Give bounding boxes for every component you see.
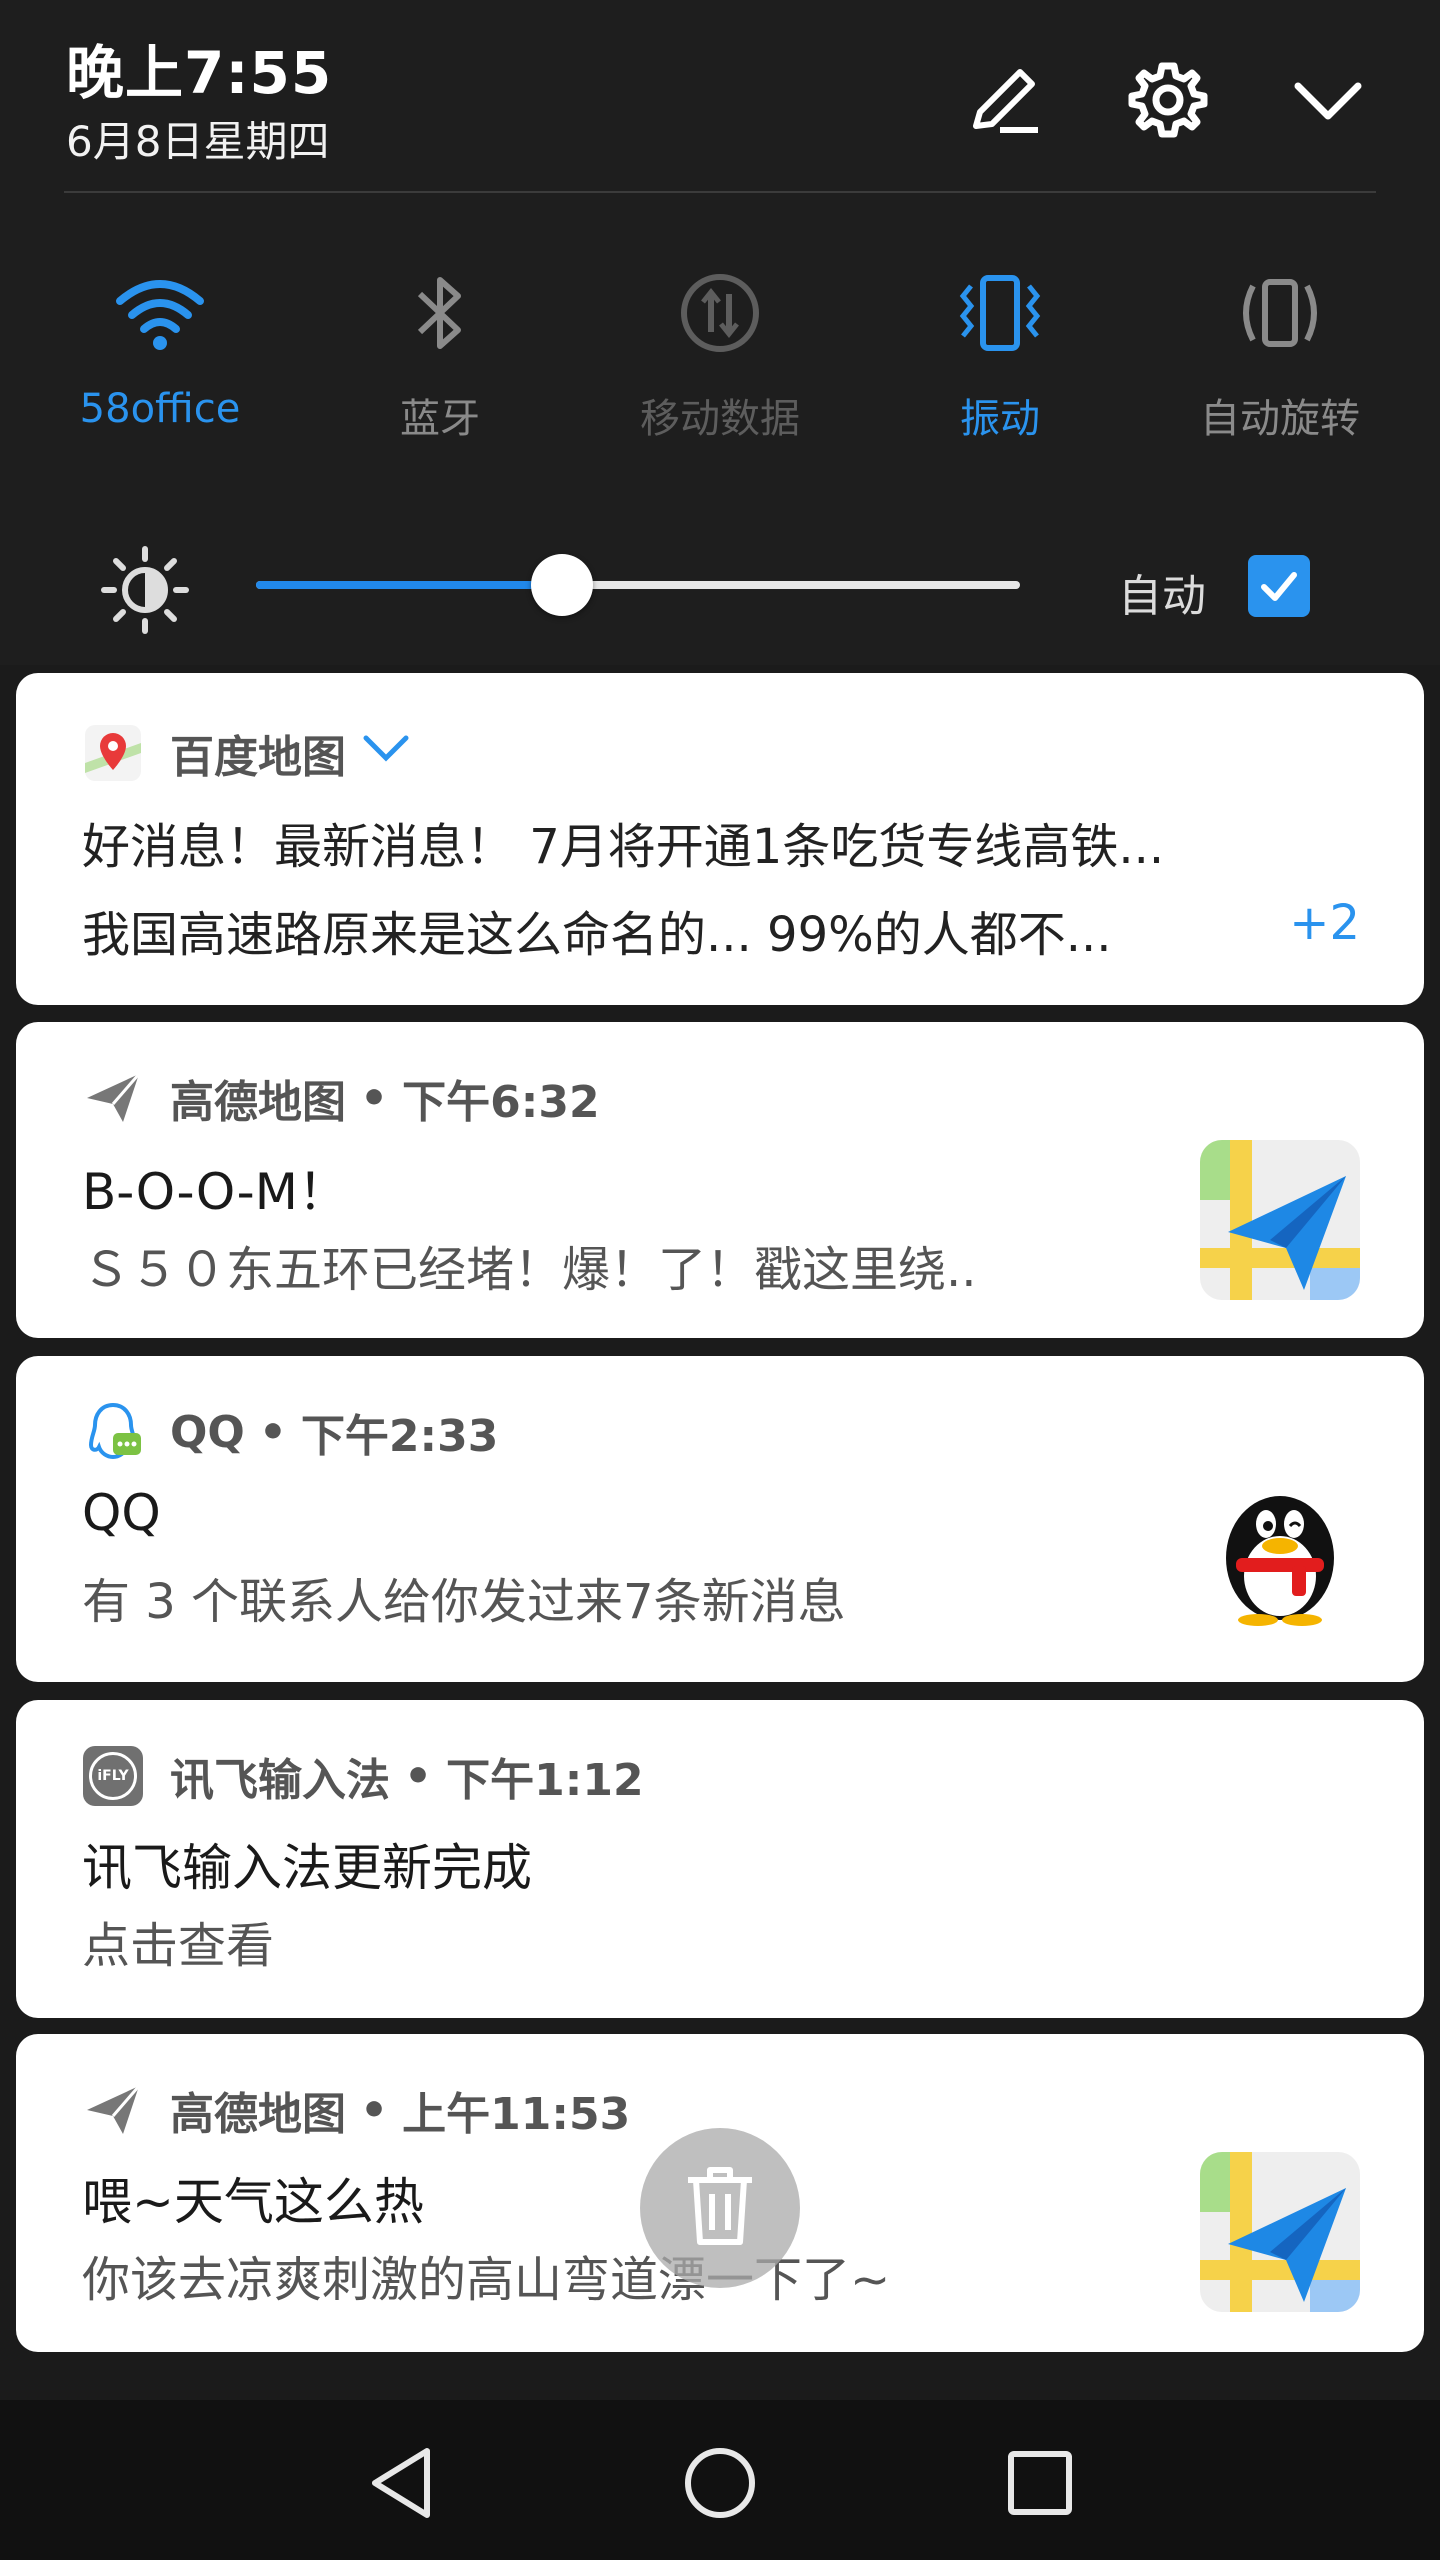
notification-title: 喂~天气这么热 — [82, 2173, 424, 2231]
notification-time: 下午2:33 — [300, 1411, 499, 1462]
notification-body: 有 3 个联系人给你发过来7条新消息 — [82, 1574, 846, 1630]
notification-header: 百度地图 — [82, 721, 412, 785]
separator-dot: • — [404, 1750, 433, 1802]
bluetooth-icon — [315, 258, 565, 368]
notification-header: iFLY 讯飞输入法 • 下午1:12 — [82, 1744, 644, 1808]
settings-gear-icon[interactable] — [1120, 52, 1216, 148]
notification-header: QQ • 下午2:33 — [82, 1400, 498, 1464]
tile-vibrate[interactable]: 振动 — [875, 258, 1125, 444]
tile-auto-rotate-label: 自动旋转 — [1200, 396, 1360, 442]
notification-baidu-map[interactable]: 百度地图 好消息！最新消息！ 7月将开通1条吃货专线高铁... 我国高速路原来是… — [16, 673, 1424, 1005]
recents-square-icon — [1005, 2448, 1075, 2522]
collapse-chevron-icon[interactable] — [1280, 52, 1376, 148]
amap-send-icon — [82, 2079, 144, 2141]
mobile-data-icon — [595, 258, 845, 368]
app-name: QQ — [170, 1406, 245, 1458]
app-name: 讯飞输入法 — [170, 1755, 390, 1806]
notification-body: 点击查看 — [82, 1918, 275, 1974]
amap-send-icon — [82, 1067, 144, 1129]
notification-header: 高德地图 • 上午11:53 — [82, 2078, 630, 2142]
home-button[interactable] — [665, 2430, 775, 2540]
baidu-map-icon — [82, 722, 144, 784]
separator-dot: • — [360, 1072, 389, 1124]
clear-all-button[interactable] — [640, 2128, 800, 2288]
ifly-icon-text: iFLY — [89, 1752, 137, 1800]
app-name: 高德地图 — [170, 2089, 346, 2140]
notification-time: 下午1:12 — [446, 1755, 644, 1806]
tile-auto-rotate[interactable]: 自动旋转 — [1155, 258, 1405, 444]
notification-time: 下午6:32 — [402, 1077, 600, 1128]
notification-line: 我国高速路原来是这么命名的... 99%的人都不... — [82, 907, 1112, 963]
notification-line: 好消息！最新消息！ 7月将开通1条吃货专线高铁... — [82, 819, 1165, 875]
more-count-badge: +2 — [1289, 895, 1360, 951]
qq-icon — [82, 1401, 144, 1463]
notification-header: 高德地图 • 下午6:32 — [82, 1066, 600, 1130]
notification-time: 上午11:53 — [402, 2089, 631, 2140]
brightness-slider-fill — [256, 581, 562, 589]
tile-bluetooth-label: 蓝牙 — [400, 396, 480, 442]
navigation-bar — [0, 2400, 1440, 2560]
date-label: 6月8日星期四 — [66, 117, 330, 166]
qq-penguin-icon — [1200, 1466, 1360, 1626]
auto-brightness-label: 自动 — [1118, 571, 1206, 622]
tile-bluetooth[interactable]: 蓝牙 — [315, 258, 565, 444]
header-divider — [64, 191, 1376, 193]
vibrate-icon — [875, 258, 1125, 368]
back-button[interactable] — [346, 2430, 456, 2540]
separator-dot: • — [360, 2084, 389, 2136]
notification-title: QQ — [82, 1484, 161, 1542]
brightness-slider-knob[interactable] — [530, 554, 593, 616]
ifly-icon: iFLY — [82, 1745, 144, 1807]
tile-vibrate-label: 振动 — [960, 396, 1040, 442]
trash-icon — [684, 2164, 756, 2252]
amap-app-icon — [1200, 1140, 1360, 1300]
notification-ifly[interactable]: iFLY 讯飞输入法 • 下午1:12 讯飞输入法更新完成 点击查看 — [16, 1700, 1424, 2018]
app-name: 百度地图 — [170, 732, 346, 783]
recents-button[interactable] — [985, 2430, 1095, 2540]
tile-wifi[interactable]: 58office — [35, 258, 285, 432]
notification-qq[interactable]: QQ • 下午2:33 QQ 有 3 个联系人给你发过来7条新消息 — [16, 1356, 1424, 1682]
edit-icon[interactable] — [958, 52, 1054, 148]
separator-dot: • — [258, 1406, 287, 1458]
auto-brightness-checkbox[interactable] — [1248, 555, 1310, 617]
tile-wifi-label: 58office — [79, 386, 241, 432]
tile-mobile-data-label: 移动数据 — [640, 396, 800, 442]
notification-title: 讯飞输入法更新完成 — [82, 1839, 532, 1897]
auto-rotate-icon — [1155, 258, 1405, 368]
wifi-icon — [35, 258, 285, 368]
home-circle-icon — [680, 2443, 760, 2527]
brightness-slider[interactable] — [256, 554, 1020, 616]
notification-body: Ｓ５０东五环已经堵！爆！了！戳这里绕.. — [82, 1242, 977, 1298]
tile-mobile-data[interactable]: 移动数据 — [595, 258, 845, 444]
notification-amap-1[interactable]: 高德地图 • 下午6:32 B-O-O-M！ Ｓ５０东五环已经堵！爆！了！戳这里… — [16, 1022, 1424, 1338]
back-triangle-icon — [365, 2443, 437, 2527]
amap-app-icon — [1200, 2152, 1360, 2312]
notification-title: B-O-O-M！ — [82, 1163, 348, 1221]
expand-chevron-icon[interactable] — [360, 728, 412, 779]
app-name: 高德地图 — [170, 1077, 346, 1128]
brightness-icon — [100, 545, 190, 635]
clock-time: 晚上7:55 — [66, 39, 333, 107]
